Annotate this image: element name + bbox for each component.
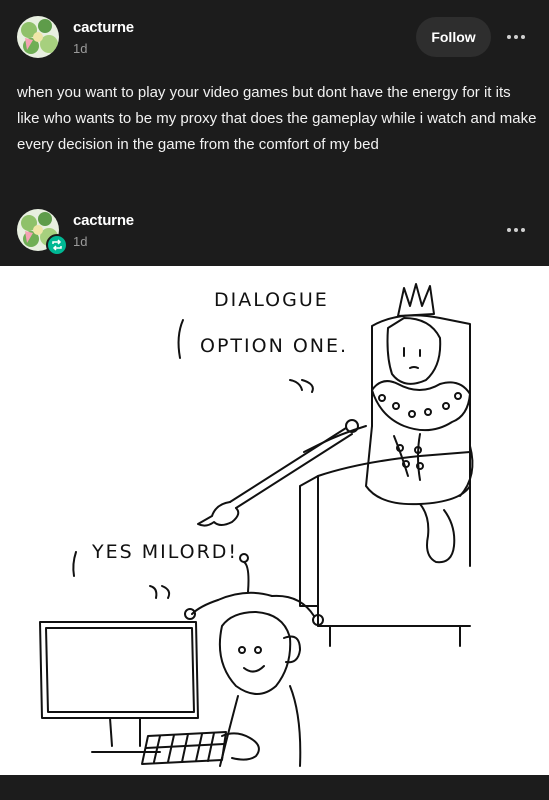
more-options-icon[interactable] (500, 27, 532, 47)
username[interactable]: cacturne (73, 19, 134, 36)
more-options-icon[interactable] (500, 220, 532, 240)
dot-icon (521, 228, 525, 232)
king-speech-line1: DIALOGUE (214, 289, 329, 311)
post-header: cacturne 1d Follow (0, 10, 549, 66)
post-text: when you want to play your video games b… (17, 84, 537, 153)
avatar[interactable] (17, 16, 59, 58)
comic-drawing: DIALOGUE OPTION ONE. YES MILORD! (39, 283, 474, 767)
timestamp[interactable]: 1d (73, 41, 87, 56)
dot-icon (507, 35, 511, 39)
dot-icon (514, 35, 518, 39)
dot-icon (521, 35, 525, 39)
timestamp[interactable]: 1d (73, 234, 87, 249)
username[interactable]: cacturne (73, 212, 134, 229)
comic-image[interactable]: DIALOGUE OPTION ONE. YES MILORD! (0, 266, 549, 775)
bottom-bar (0, 775, 549, 800)
dot-icon (507, 228, 511, 232)
reblog-header: cacturne 1d (0, 203, 549, 259)
follow-button[interactable]: Follow (416, 17, 491, 57)
dot-icon (514, 228, 518, 232)
jester-speech: YES MILORD! (91, 541, 238, 563)
reblog-icon (46, 234, 68, 256)
king-speech-line2: OPTION ONE. (200, 335, 348, 357)
avatar-image (17, 16, 59, 58)
